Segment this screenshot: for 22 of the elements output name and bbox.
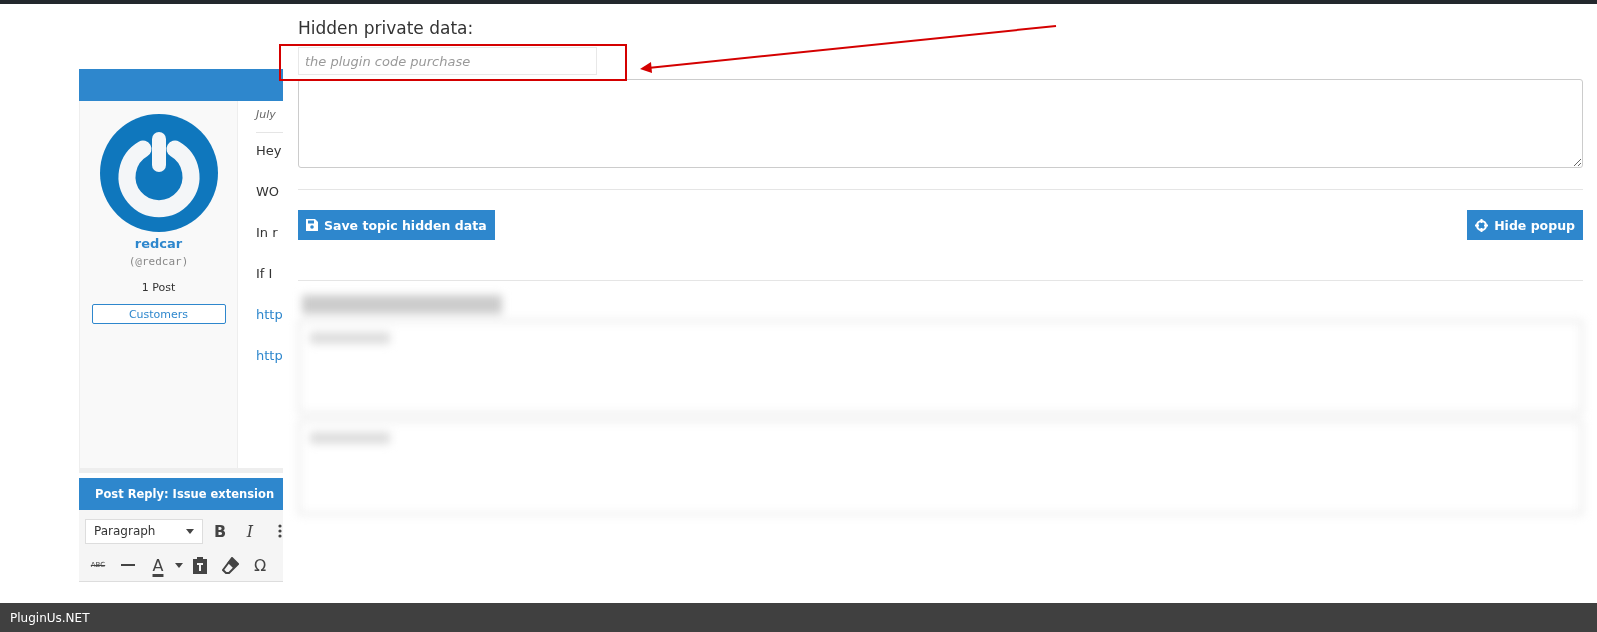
hide-popup-button[interactable]: Hide popup — [1467, 210, 1583, 240]
post-link[interactable]: http — [256, 347, 283, 388]
post-text: WO — [256, 183, 280, 201]
post-text: In r — [256, 224, 278, 242]
text-color-button[interactable]: A — [145, 551, 171, 579]
special-character-button[interactable]: Ω — [247, 551, 273, 579]
italic-button[interactable]: I — [237, 517, 263, 545]
post-text: Hey — [256, 142, 282, 160]
post-date: July — [256, 108, 276, 121]
private-data-input[interactable]: the plugin code purchase — [298, 47, 597, 75]
reply-title: Post Reply: Issue extension — [95, 487, 275, 501]
format-select[interactable]: Paragraph — [85, 518, 203, 544]
post-count: 1 Post — [141, 281, 176, 294]
role-button[interactable]: Customers — [91, 304, 226, 324]
post-link[interactable]: http — [256, 306, 283, 347]
footer-brand: PluginUs.NET — [10, 610, 90, 625]
author-name[interactable]: redcar — [134, 236, 183, 251]
bold-button[interactable]: B — [207, 517, 233, 545]
author-handle: (@redcar) — [128, 255, 189, 268]
save-button[interactable]: Save topic hidden data — [298, 210, 495, 240]
popup-heading: Hidden private data: — [298, 18, 475, 38]
post-text: If I — [256, 265, 273, 283]
